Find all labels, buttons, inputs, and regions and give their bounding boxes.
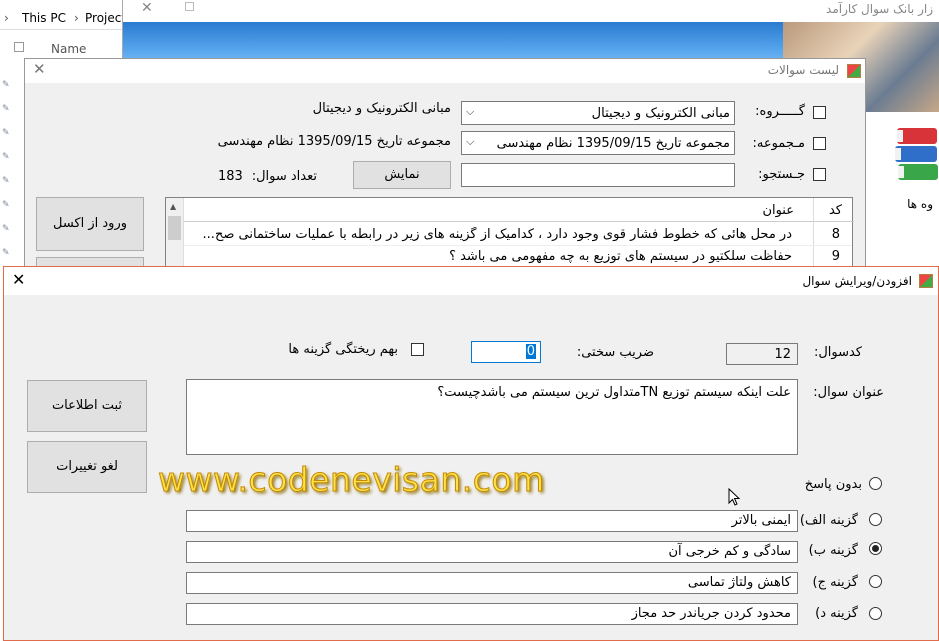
- question-list-window: ✕ لیست سوالات گـــــروه: مبانی الکترونیک…: [24, 58, 866, 272]
- group-combobox[interactable]: مبانی الکترونیک و دیجیتال ⌵: [461, 101, 735, 125]
- close-icon[interactable]: ✕: [141, 0, 153, 16]
- maximize-icon[interactable]: [185, 2, 194, 11]
- option-c-label: گزینه ج): [812, 575, 858, 590]
- column-header-title[interactable]: عنوان: [762, 203, 794, 218]
- row-code: 9: [831, 249, 840, 264]
- close-icon[interactable]: ✕: [12, 270, 25, 289]
- group-combobox-value: مبانی الکترونیک و دیجیتال: [591, 106, 730, 121]
- show-button[interactable]: نمایش: [353, 161, 451, 189]
- name-column-header[interactable]: Name: [51, 42, 86, 56]
- title-bar: ✕ لیست سوالات: [25, 59, 865, 83]
- option-c-radio[interactable]: [869, 575, 882, 588]
- option-a-radio[interactable]: [869, 513, 882, 526]
- search-input[interactable]: [461, 163, 735, 187]
- column-header-code[interactable]: کد: [829, 203, 842, 218]
- chevron-right-icon: ›: [4, 11, 9, 25]
- count-label: تعداد سوال:: [251, 169, 317, 184]
- pin-icon: ✎: [2, 128, 10, 138]
- no-answer-label: بدون پاسخ: [804, 477, 862, 492]
- main-window-title: زار بانک سوال کارآمد: [826, 2, 933, 16]
- no-answer-radio[interactable]: [869, 477, 882, 490]
- pin-icon: ✎: [2, 152, 10, 162]
- question-title-label: عنوان سوال:: [813, 385, 884, 400]
- chevron-down-icon: ⌵: [466, 135, 475, 148]
- breadcrumb: › This PC › Project: [0, 6, 126, 30]
- pin-icon: ✎: [2, 104, 10, 114]
- pin-icon: ✎: [2, 200, 10, 210]
- option-a-label: گزینه الف): [799, 513, 858, 528]
- collection-label: مـجموعه:: [752, 136, 805, 151]
- pin-icon: ✎: [2, 176, 10, 186]
- breadcrumb-project[interactable]: Project: [85, 11, 126, 25]
- breadcrumb-this-pc[interactable]: This PC: [22, 11, 66, 25]
- count-value: 183: [218, 169, 243, 184]
- question-title-textarea[interactable]: علت اینکه سیستم توزیع TNمتداول ترین سیست…: [186, 379, 798, 455]
- chevron-right-icon: ›: [74, 11, 79, 25]
- import-excel-button[interactable]: ورود از اکسل: [36, 197, 144, 251]
- pin-icon: ✎: [2, 80, 10, 90]
- difficulty-input[interactable]: 0: [471, 341, 541, 363]
- edit-question-dialog: ✕ افزودن/ویرایش سوال کدسوال: 12 ضریب سخت…: [3, 266, 939, 641]
- grid-header: کد عنوان: [166, 198, 854, 272]
- group-label: گـــــروه:: [755, 104, 805, 119]
- option-a-input[interactable]: ایمنی بالاتر: [186, 510, 798, 532]
- select-all-checkbox[interactable]: [14, 42, 24, 52]
- collection-combobox-value: مجموعه تاریخ 1395/09/15 نظام مهندسی: [496, 136, 730, 151]
- row-title: حفاظت سلکتیو در سیستم های توزیع به چه مف…: [449, 249, 792, 264]
- window-title: لیست سوالات: [767, 63, 839, 77]
- search-label: جـستجو:: [758, 167, 805, 182]
- title-bar: ✕ افزودن/ویرایش سوال: [4, 267, 938, 295]
- option-d-radio[interactable]: [869, 607, 882, 620]
- option-c-input[interactable]: کاهش ولتاژ تماسی: [186, 572, 798, 594]
- watermark-text: www.codenevisan.com: [158, 460, 545, 500]
- search-checkbox[interactable]: [813, 168, 826, 181]
- option-b-radio[interactable]: [869, 542, 882, 555]
- pin-icon: ✎: [2, 224, 10, 234]
- collection-checkbox[interactable]: [813, 137, 826, 150]
- scrollbar-thumb[interactable]: [168, 216, 181, 240]
- chevron-down-icon: ⌵: [466, 105, 475, 118]
- books-icon[interactable]: [893, 120, 939, 190]
- code-field: 12: [726, 343, 798, 365]
- code-label: کدسوال:: [813, 345, 862, 360]
- difficulty-label: ضریب سختی:: [576, 345, 654, 360]
- row-title: در محل هائی که خطوط فشار قوی وجود دارد ،…: [202, 227, 792, 242]
- option-b-input[interactable]: سادگی و کم خرجی آن: [186, 541, 798, 563]
- collection-combobox[interactable]: مجموعه تاریخ 1395/09/15 نظام مهندسی ⌵: [461, 131, 735, 155]
- dialog-title: افزودن/ویرایش سوال: [802, 274, 912, 288]
- group-display-text: مبانی الکترونیک و دیجیتال: [312, 101, 451, 116]
- questions-grid[interactable]: کد عنوان ▲ 8 در محل هائی که خطوط فشار قو…: [165, 197, 854, 272]
- mouse-cursor-icon: [728, 488, 740, 506]
- option-b-label: گزینه ب): [808, 543, 858, 558]
- row-code: 8: [831, 227, 840, 242]
- books-label: وه ها: [907, 197, 933, 211]
- save-button[interactable]: ثبت اطلاعات: [27, 380, 147, 432]
- shuffle-options-checkbox[interactable]: [411, 343, 424, 356]
- close-icon[interactable]: ✕: [33, 60, 46, 78]
- scroll-up-icon[interactable]: ▲: [170, 202, 176, 211]
- cancel-changes-button[interactable]: لغو تغییرات: [27, 441, 147, 493]
- pin-icon: ✎: [2, 248, 10, 258]
- collection-display-text: مجموعه تاریخ 1395/09/15 نظام مهندسی: [217, 134, 451, 149]
- option-d-input[interactable]: محدود کردن جریاندر حد مجاز: [186, 603, 798, 625]
- shuffle-options-label: بهم ریختگی گزینه ها: [288, 342, 398, 357]
- app-icon: [847, 64, 861, 78]
- vertical-scrollbar[interactable]: ▲: [166, 198, 184, 272]
- app-icon: [919, 274, 933, 288]
- option-d-label: گزینه د): [815, 606, 858, 621]
- group-checkbox[interactable]: [813, 106, 826, 119]
- table-row[interactable]: 8 در محل هائی که خطوط فشار قوی وجود دارد…: [184, 223, 852, 246]
